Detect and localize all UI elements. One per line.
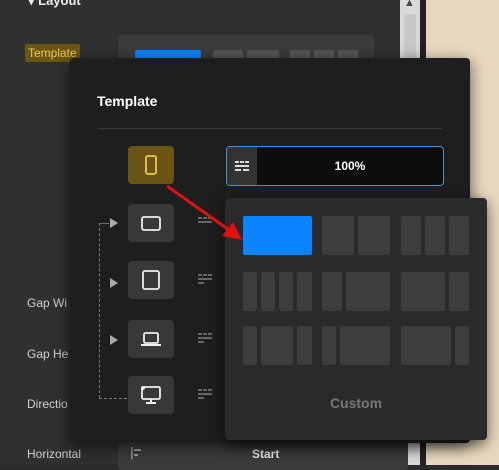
desktop-icon xyxy=(141,386,161,404)
layout-option-4-columns[interactable] xyxy=(279,272,293,311)
layout-grid-button[interactable] xyxy=(227,147,257,185)
layout-option-3-split[interactable] xyxy=(297,326,312,365)
collapse-arrow-icon: ▾ xyxy=(28,0,39,8)
layout-picker: Custom xyxy=(225,198,487,440)
expand-arrow-icon[interactable] xyxy=(110,335,118,345)
layout-option-4-columns[interactable] xyxy=(243,272,257,311)
layout-option-1-wide[interactable] xyxy=(322,326,336,365)
layout-grid-button[interactable] xyxy=(190,204,220,242)
expand-arrow-icon[interactable] xyxy=(110,278,118,288)
layout-grid-button[interactable] xyxy=(190,376,220,414)
layout-option-2-1[interactable] xyxy=(449,272,469,311)
horizontal-label: Horizontal xyxy=(27,447,82,461)
laptop-icon xyxy=(141,332,161,346)
layout-option-4-columns[interactable] xyxy=(297,272,312,311)
layout-grid-icon xyxy=(198,274,212,284)
layout-option-3-split[interactable] xyxy=(261,326,293,365)
gap-height-label: Gap He xyxy=(27,347,69,361)
gap-width-label: Gap Wi xyxy=(27,296,68,310)
layout-grid-icon xyxy=(198,333,212,343)
layout-grid-icon xyxy=(198,217,212,223)
horizontal-start-value[interactable]: Start xyxy=(252,447,279,461)
direction-label: Directio xyxy=(27,397,68,411)
layout-option-1-2[interactable] xyxy=(346,272,390,311)
device-tablet-landscape-button[interactable] xyxy=(128,204,174,242)
zoom-value: 100% xyxy=(334,159,366,173)
layout-option-3-columns[interactable] xyxy=(449,216,469,255)
section-title: Layout xyxy=(38,0,81,8)
layout-option-4-columns[interactable] xyxy=(261,272,275,311)
scroll-up-arrow-icon[interactable]: ▲ xyxy=(404,0,415,9)
device-laptop-button[interactable] xyxy=(128,320,174,358)
layout-option-2-1[interactable] xyxy=(401,272,445,311)
device-tablet-button[interactable] xyxy=(128,261,174,299)
layout-grid-icon xyxy=(198,389,212,399)
tree-connector xyxy=(99,223,109,224)
expand-arrow-icon[interactable] xyxy=(110,218,118,228)
layout-option-3-columns[interactable] xyxy=(425,216,445,255)
layout-option-wide-1[interactable] xyxy=(401,326,451,365)
layout-option-wide-1[interactable] xyxy=(455,326,469,365)
layout-option-3-split[interactable] xyxy=(243,326,257,365)
device-desktop-button[interactable] xyxy=(128,376,174,414)
mobile-icon xyxy=(145,155,157,175)
layout-option-1-wide[interactable] xyxy=(340,326,390,365)
zoom-input[interactable]: 100% xyxy=(226,146,444,186)
layout-option-1-column[interactable] xyxy=(243,216,312,255)
layout-section-header[interactable]: ▾ Layout xyxy=(28,0,81,9)
align-start-icon[interactable] xyxy=(130,446,144,460)
layout-grid-button[interactable] xyxy=(190,261,220,299)
custom-layout-button[interactable]: Custom xyxy=(225,395,487,411)
tree-connector xyxy=(99,223,100,398)
layout-option-1-2[interactable] xyxy=(322,272,342,311)
popup-title: Template xyxy=(97,93,158,109)
layout-option-3-columns[interactable] xyxy=(401,216,421,255)
tablet-icon xyxy=(142,270,160,290)
layout-option-2-columns[interactable] xyxy=(358,216,390,255)
tablet-landscape-icon xyxy=(141,216,161,231)
device-mobile-button[interactable] xyxy=(128,146,174,184)
divider xyxy=(98,128,442,129)
layout-grid-icon xyxy=(235,161,249,171)
layout-grid-button[interactable] xyxy=(190,320,220,358)
tree-connector xyxy=(99,398,127,399)
layout-option-2-columns[interactable] xyxy=(322,216,354,255)
